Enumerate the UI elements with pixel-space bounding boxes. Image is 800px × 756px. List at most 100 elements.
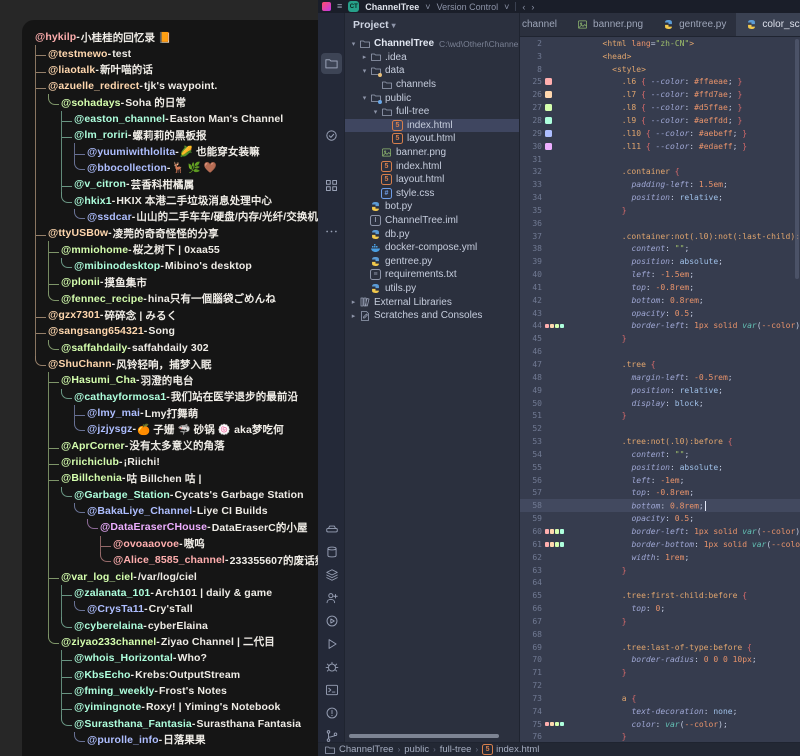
code-line[interactable]: 63 }	[520, 564, 800, 577]
vcs-widget[interactable]: Version Control	[437, 2, 499, 12]
code-line[interactable]: 46	[520, 345, 800, 358]
color-swatch-icon[interactable]	[545, 117, 552, 124]
channel-link[interactable]: @ttyUSB0w	[48, 227, 108, 239]
code-line[interactable]: 57 top: -0.8rem;	[520, 487, 800, 500]
channel-link[interactable]: @Surasthana_Fantasia	[74, 718, 192, 730]
code-line[interactable]: 55 position: absolute;	[520, 461, 800, 474]
breadcrumb-item-public[interactable]: public	[404, 744, 429, 755]
code-line[interactable]: 74 text-decoration: none;	[520, 705, 800, 718]
code-line[interactable]: 56 left: -1em;	[520, 474, 800, 487]
code-line[interactable]: 33 padding-left: 1.5em;	[520, 178, 800, 191]
color-swatch-icon[interactable]	[545, 722, 549, 727]
tab-color_scale.py[interactable]: color_scale.py	[736, 13, 800, 36]
channel-link[interactable]: @yuumiwithlolita	[87, 146, 175, 158]
color-swatch-icon[interactable]	[545, 324, 549, 329]
channel-link[interactable]: @BakaLiye_Channel	[87, 505, 192, 517]
code-line[interactable]: 47 .tree {	[520, 358, 800, 371]
channel-link[interactable]: @mibinodesktop	[74, 260, 160, 272]
layers-tool-icon[interactable]	[321, 564, 342, 585]
tab-gentree.py[interactable]: gentree.py	[653, 13, 736, 36]
color-swatch-icon[interactable]	[545, 104, 552, 111]
code-line[interactable]: 31	[520, 153, 800, 166]
code-line[interactable]: 44 border-left: 1px solid var(--color);	[520, 320, 800, 333]
code-line[interactable]: 34 position: relative;	[520, 191, 800, 204]
channel-link[interactable]: @Hasumi_Cha	[61, 374, 136, 386]
project-item-public[interactable]: ▾public	[345, 91, 519, 105]
structure-tool-icon[interactable]	[321, 175, 342, 196]
breadcrumb-item-index.html[interactable]: 5index.html	[482, 744, 539, 755]
code-line[interactable]: 38 content: "";	[520, 243, 800, 256]
color-swatch-icon[interactable]	[550, 529, 554, 534]
channel-link[interactable]: @Billchenia	[61, 472, 122, 484]
code-editor[interactable]: 2 <html lang="zh-CN">3 <head>8 <style>25…	[520, 37, 800, 742]
project-item-utils.py[interactable]: utils.py	[345, 282, 519, 296]
project-item-layout.html[interactable]: 5layout.html	[345, 173, 519, 187]
code-line[interactable]: 27 .l8 { --color: #d5ffae; }	[520, 101, 800, 114]
code-line[interactable]: 41 top: -0.8rem;	[520, 281, 800, 294]
channel-link[interactable]: @plonii	[61, 276, 100, 288]
color-swatch-icon[interactable]	[550, 324, 554, 329]
project-panel-header[interactable]: Project ▾	[345, 13, 519, 37]
project-item-index.html[interactable]: 5index.html	[345, 119, 519, 133]
channel-link[interactable]: @cyberelaina	[74, 620, 143, 632]
channel-link[interactable]: @zalanata_101	[74, 587, 150, 599]
code-line[interactable]: 59 opacity: 0.5;	[520, 512, 800, 525]
color-swatch-icon[interactable]	[555, 542, 559, 547]
project-item-full-tree[interactable]: ▾full-tree	[345, 105, 519, 119]
terminal-tool-icon[interactable]	[321, 679, 342, 700]
code-line[interactable]: 75 color: var(--color);	[520, 718, 800, 731]
code-line[interactable]: 58 bottom: 0.8rem;	[520, 499, 800, 512]
vertical-scrollbar[interactable]	[795, 39, 799, 279]
code-line[interactable]: 73 a {	[520, 692, 800, 705]
channel-link[interactable]: @ShuChann	[48, 358, 112, 370]
channel-link[interactable]: @ovoaaovoe	[113, 538, 179, 550]
code-line[interactable]: 69 .tree:last-of-type:before {	[520, 641, 800, 654]
project-item-channeltree.iml[interactable]: IChannelTree.iml	[345, 214, 519, 228]
database-tool-icon[interactable]	[321, 541, 342, 562]
code-line[interactable]: 51 }	[520, 409, 800, 422]
code-line[interactable]: 64	[520, 576, 800, 589]
code-line[interactable]: 45 }	[520, 332, 800, 345]
color-swatch-icon[interactable]	[555, 324, 559, 329]
channel-link[interactable]: @sohadays	[61, 97, 121, 109]
nav-back-button[interactable]: ‹	[522, 2, 525, 12]
project-avatar[interactable]: CT	[348, 1, 359, 12]
code-line[interactable]: 26 .l7 { --color: #ffd7ae; }	[520, 88, 800, 101]
nav-forward-button[interactable]: ›	[531, 2, 534, 12]
chevron-down-icon[interactable]: ▾	[371, 108, 380, 116]
color-swatch-icon[interactable]	[545, 130, 552, 137]
code-line[interactable]: 49 position: relative;	[520, 384, 800, 397]
code-line[interactable]: 71 }	[520, 666, 800, 679]
channel-link[interactable]: @jzjysgz	[87, 423, 132, 435]
channel-link[interactable]: @ssdcar	[87, 211, 132, 223]
code-line[interactable]: 29 .l10 { --color: #aebeff; }	[520, 127, 800, 140]
project-item-bot.py[interactable]: bot.py	[345, 200, 519, 214]
channel-link[interactable]: @purolle_info	[87, 734, 159, 746]
project-item-banner.png[interactable]: banner.png	[345, 146, 519, 160]
code-line[interactable]: 67 }	[520, 615, 800, 628]
color-swatch-icon[interactable]	[545, 542, 549, 547]
project-item-external-libraries[interactable]: ▸External Libraries	[345, 295, 519, 309]
project-item-layout.html[interactable]: 5layout.html	[345, 132, 519, 146]
project-item-channels[interactable]: channels	[345, 78, 519, 92]
code-line[interactable]: 52	[520, 422, 800, 435]
chevron-right-icon[interactable]: ▸	[349, 298, 358, 306]
code-line[interactable]: 70 border-radius: 0 0 0 10px;	[520, 654, 800, 667]
channel-link[interactable]: @lmy_mai	[87, 407, 140, 419]
project-item-db.py[interactable]: db.py	[345, 227, 519, 241]
color-swatch-icon[interactable]	[550, 542, 554, 547]
code-line[interactable]: 42 bottom: 0.8rem;	[520, 294, 800, 307]
channel-link[interactable]: @testmewo	[48, 48, 108, 60]
chevron-right-icon[interactable]: ▸	[349, 312, 358, 320]
problems-tool-icon[interactable]	[321, 702, 342, 723]
breadcrumb-item-channeltree[interactable]: ChannelTree	[324, 744, 394, 756]
channel-link[interactable]: @hkix1	[74, 195, 112, 207]
channel-link[interactable]: @cathayformosa1	[74, 391, 166, 403]
code-line[interactable]: 60 border-left: 1px solid var(--color);	[520, 525, 800, 538]
color-swatch-icon[interactable]	[545, 529, 549, 534]
channel-link[interactable]: @mmiohome	[61, 244, 128, 256]
code-line[interactable]: 48 margin-left: -0.5rem;	[520, 371, 800, 384]
project-item-gentree.py[interactable]: gentree.py	[345, 255, 519, 269]
color-swatch-icon[interactable]	[545, 78, 552, 85]
code-line[interactable]: 25 .l6 { --color: #ffaeae; }	[520, 76, 800, 89]
